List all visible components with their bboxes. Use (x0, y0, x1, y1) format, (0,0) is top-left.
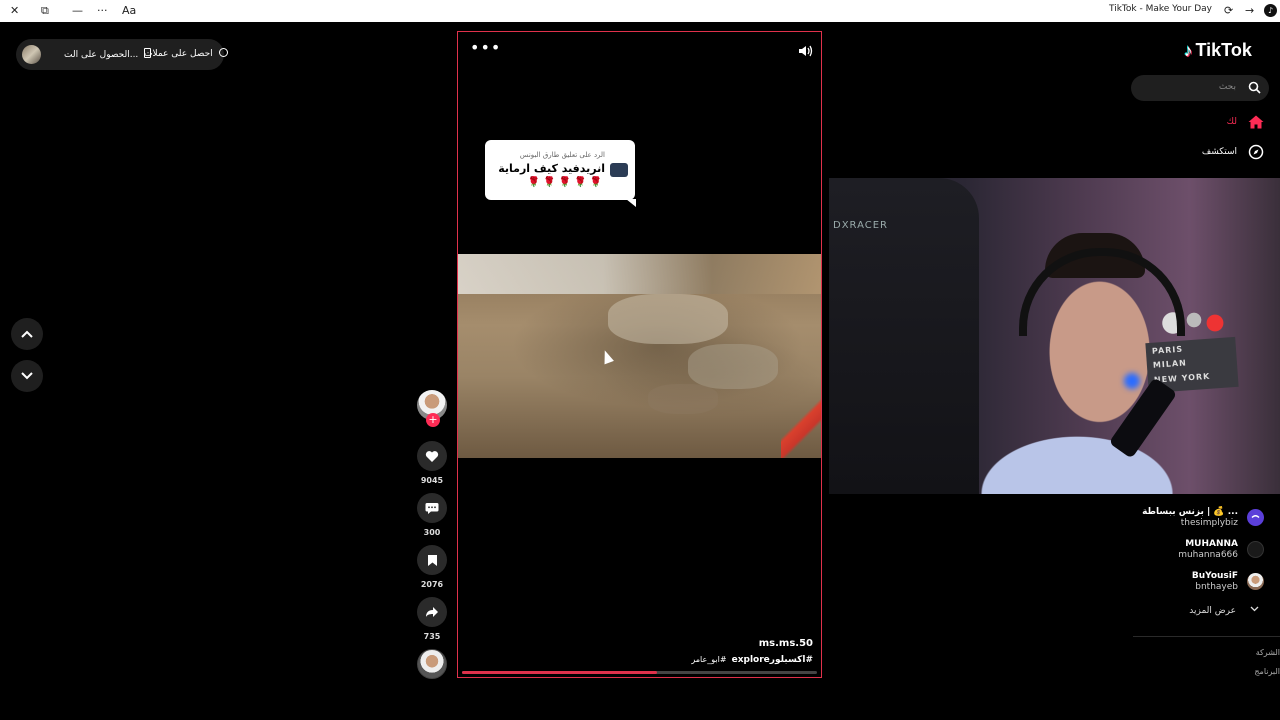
account-avatar[interactable] (1247, 509, 1264, 526)
coins-app-bar: الحصول على الت... احصل على عملات (16, 39, 228, 70)
video-author-name[interactable]: ms.ms.50 (759, 638, 813, 649)
heart-icon (425, 450, 439, 462)
tiktok-favicon-icon: ♪ (1264, 4, 1277, 17)
red-object (781, 398, 821, 458)
previous-video-button[interactable] (11, 318, 43, 350)
account-name: MUHANNA (1185, 539, 1238, 549)
minimize-icon[interactable]: — (72, 3, 83, 19)
following-account[interactable]: بزنس ببساطة | 💰 ... thesimplybiz (1142, 506, 1238, 529)
sidebar-divider (1133, 636, 1280, 637)
forward-icon[interactable]: → (1245, 3, 1254, 19)
follow-plus-icon[interactable]: + (426, 413, 440, 427)
nav-explore-label[interactable]: استكشف (1202, 147, 1237, 157)
account-handle: thesimplybiz (1180, 518, 1238, 528)
video-frame-image (458, 254, 821, 458)
coin-icon (218, 48, 228, 57)
sticker-tail (626, 199, 636, 207)
account-name: BuYousiF (1191, 571, 1238, 581)
save-button[interactable] (417, 545, 447, 575)
bookmark-icon (427, 554, 437, 566)
hashtag-link[interactable]: #اكسبلور (770, 655, 813, 665)
video-progress-fill (462, 671, 658, 674)
footer-company-link[interactable]: الشركة (1256, 648, 1280, 657)
restore-icon[interactable]: ⧉ (41, 3, 49, 19)
get-app-label: الحصول على الت... (64, 50, 139, 60)
like-button[interactable] (417, 441, 447, 471)
tiktok-logo[interactable]: ♪ TikTok (1184, 40, 1252, 61)
reply-comment-sticker: الرد على تعليق طارق البونس انريدفيد كيف … (485, 140, 636, 207)
logo-text: TikTok (1195, 40, 1252, 60)
account-handle: muhanna666 (1178, 550, 1238, 560)
comment-icon (425, 502, 439, 514)
home-icon[interactable] (1248, 115, 1264, 129)
chevron-up-icon (21, 330, 33, 338)
account-avatar[interactable] (1247, 541, 1264, 558)
following-account[interactable]: BuYousiF bnthayeb (1192, 570, 1238, 593)
volume-icon[interactable] (798, 42, 813, 61)
mouse-cursor-icon (600, 348, 614, 365)
following-account[interactable]: MUHANNA muhanna666 (1178, 538, 1238, 561)
refresh-icon[interactable]: ⟳ (1224, 3, 1233, 19)
webcam-overlay: DXRACER PARIS MILAN NEW YORK (829, 178, 1280, 494)
debris-pile (608, 294, 728, 344)
music-disc-avatar[interactable] (417, 649, 447, 679)
hashtag-link[interactable]: #ابو_عامر (691, 655, 726, 664)
user-avatar[interactable] (22, 45, 41, 64)
get-coins-link[interactable]: احصل على عملات (144, 48, 228, 59)
reader-icon[interactable]: Aa (122, 3, 136, 19)
share-arrow-icon (426, 607, 438, 617)
microphone (1108, 377, 1178, 459)
city-sign-line: MILAN (1152, 358, 1188, 370)
browser-title-bar: ✕ ⧉ — ··· Aa TikTok - Make Your Day ⟳ → … (0, 0, 1280, 22)
get-app-link[interactable]: الحصول على الت... (64, 48, 152, 60)
warehouse-windows (458, 254, 821, 294)
city-sign-line: PARIS (1151, 344, 1184, 356)
like-count: 9045 (420, 476, 444, 485)
search-input[interactable]: بحث (1131, 75, 1269, 101)
account-handle: bnthayeb (1195, 582, 1238, 592)
gaming-chair: DXRACER (829, 178, 979, 494)
account-name: بزنس ببساطة | 💰 ... (1142, 507, 1238, 517)
chair-brand: DXRACER (833, 220, 889, 231)
rose-emojis: 🌹🌹🌹🌹🌹 (527, 177, 605, 188)
nav-for-you-label[interactable]: لك (1227, 117, 1237, 127)
video-hashtags: #اكسبلورexplore #ابو_عامر (691, 655, 813, 665)
share-count: 735 (423, 632, 441, 641)
chevron-down-icon[interactable] (1250, 605, 1259, 615)
get-coins-label: احصل على عملات (144, 49, 213, 59)
reply-to-line: الرد على تعليق طارق البونس (519, 151, 605, 159)
next-video-button[interactable] (11, 360, 43, 392)
share-button[interactable] (417, 597, 447, 627)
debris-pile (688, 344, 778, 389)
video-player[interactable]: ••• الرد على تعليق طارق البونس انريدفيد … (457, 31, 822, 678)
video-progress-bar[interactable] (462, 671, 817, 674)
more-icon[interactable]: ··· (97, 3, 108, 19)
headset (1019, 248, 1185, 336)
account-avatar[interactable] (1247, 573, 1264, 590)
save-count: 2076 (420, 580, 444, 589)
microphone-light (1124, 373, 1140, 389)
show-more-link[interactable]: عرض المزيد (1189, 606, 1236, 616)
reply-main-text: انريدفيد كيف ارماية (498, 162, 605, 175)
footer-program-link[interactable]: البرنامج (1254, 667, 1280, 676)
comment-count: 300 (423, 528, 441, 537)
hashtag-link[interactable]: explore (732, 655, 770, 665)
more-options-icon[interactable]: ••• (470, 38, 501, 57)
tiktok-note-icon: ♪ (1184, 41, 1193, 60)
comment-button[interactable] (417, 493, 447, 523)
chevron-down-icon (21, 372, 33, 380)
search-icon[interactable] (1248, 81, 1261, 94)
close-icon[interactable]: ✕ (10, 3, 19, 19)
window-title: TikTok - Make Your Day (1108, 4, 1212, 14)
search-placeholder: بحث (1218, 82, 1236, 92)
commenter-thumbnail (610, 163, 628, 177)
debris-pile (648, 384, 718, 414)
compass-icon[interactable] (1248, 144, 1264, 160)
